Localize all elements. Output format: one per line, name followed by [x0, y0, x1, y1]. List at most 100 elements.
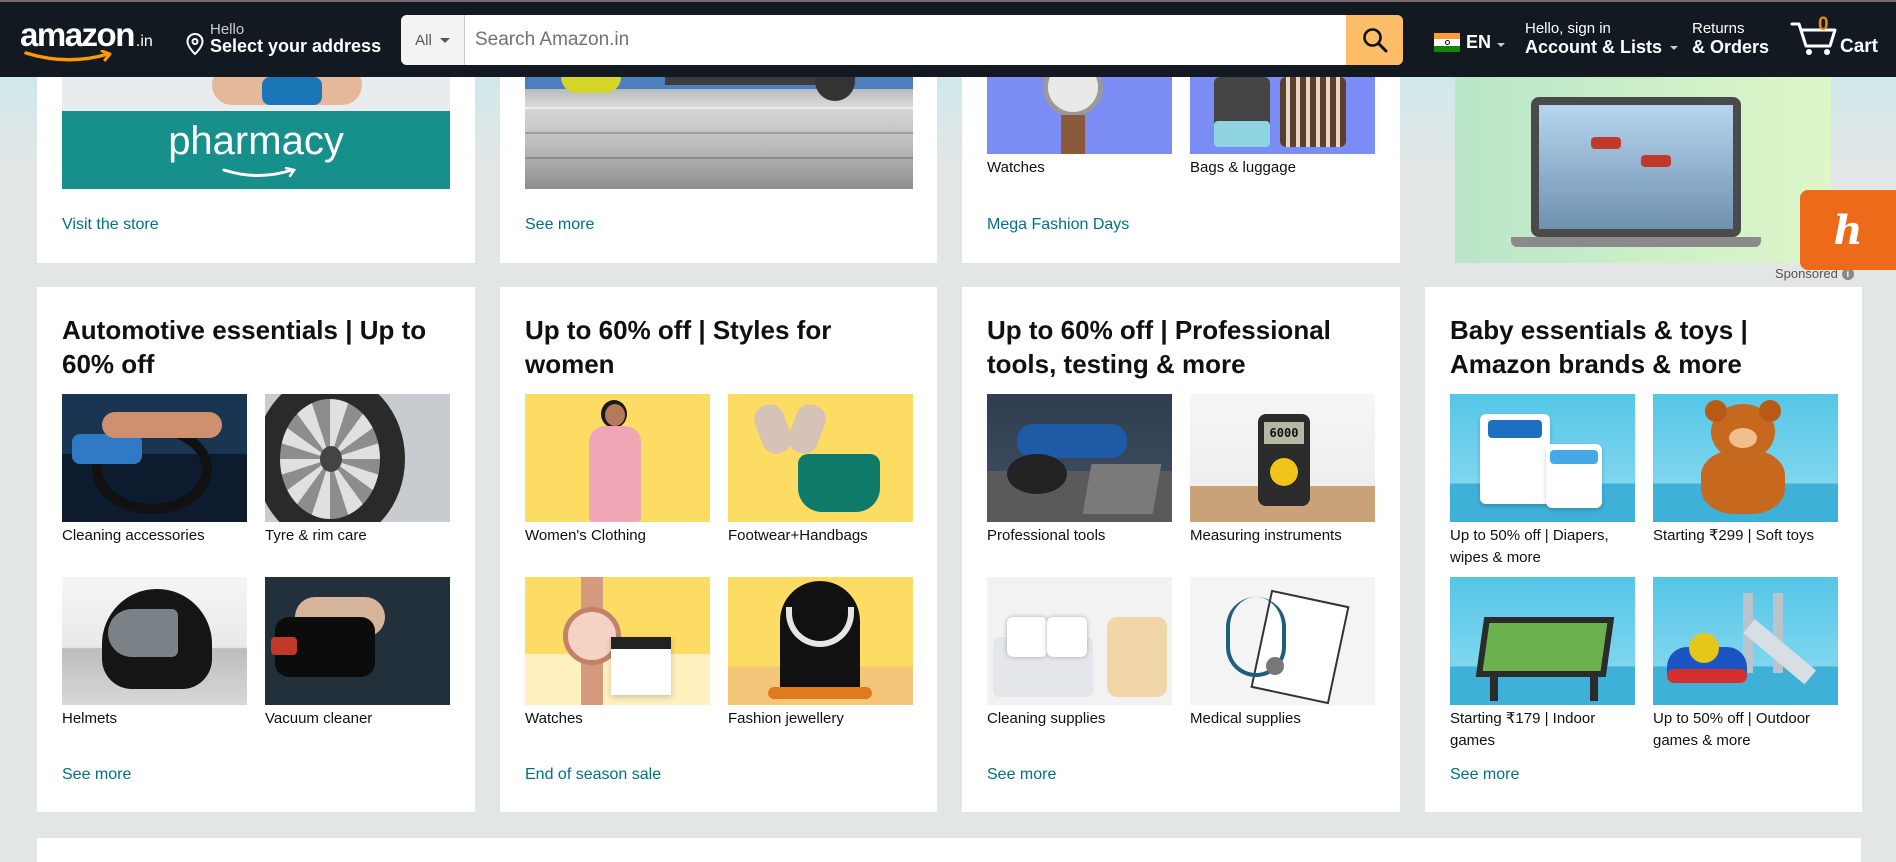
- multimeter-image: 6000: [1190, 394, 1375, 522]
- vacuum-image: [265, 577, 450, 705]
- tile-outdoor-games[interactable]: Up to 50% off | Outdoor games & more: [1653, 577, 1838, 752]
- bag-image: [1190, 77, 1375, 154]
- chevron-down-icon: [1670, 46, 1679, 51]
- search-category-dropdown[interactable]: All: [401, 15, 465, 65]
- search-bar: All: [401, 15, 1403, 65]
- stethoscope-image: [1190, 577, 1375, 705]
- automotive-card: Automotive essentials | Up to 60% off Cl…: [37, 287, 475, 812]
- tile-caption: Fashion jewellery: [728, 710, 844, 727]
- cart-label: Cart: [1840, 36, 1879, 57]
- see-more-link[interactable]: See more: [62, 766, 131, 784]
- tile-caption: Up to 50% off | Diapers, wipes & more: [1450, 527, 1609, 566]
- pharmacy-image[interactable]: pharmacy: [62, 77, 450, 189]
- card-title: Up to 60% off | Professional tools, test…: [987, 315, 1331, 379]
- tile-watches[interactable]: Watches: [525, 577, 710, 730]
- tile-caption: Cleaning supplies: [987, 710, 1106, 727]
- tile-watches[interactable]: Watches: [987, 77, 1172, 179]
- cart-count: 0: [1818, 14, 1829, 35]
- location-pin-icon: [186, 33, 204, 55]
- tile-tyre-rim-care[interactable]: Tyre & rim care: [265, 394, 450, 547]
- multimeter-display: 6000: [1264, 422, 1304, 444]
- logo-wordmark: amazon: [20, 16, 135, 53]
- tile-diapers[interactable]: Up to 50% off | Diapers, wipes & more: [1450, 394, 1635, 569]
- grinder-image: [987, 394, 1172, 522]
- tile-bags[interactable]: Bags & luggage: [1190, 77, 1375, 179]
- card-title: Up to 60% off | Styles for women: [525, 315, 832, 379]
- tile-caption: Bags & luggage: [1190, 159, 1296, 176]
- nav-bar: amazon.in Hello Select your address All: [0, 0, 1896, 77]
- tile-cleaning-accessories[interactable]: Cleaning accessories: [62, 394, 247, 547]
- india-flag-icon: [1434, 33, 1460, 52]
- tile-caption: Measuring instruments: [1190, 527, 1342, 544]
- tile-helmets[interactable]: Helmets: [62, 577, 247, 730]
- visit-store-link[interactable]: Visit the store: [62, 216, 159, 234]
- top-strip: [0, 0, 1896, 2]
- tile-caption: Starting ₹299 | Soft toys: [1653, 527, 1815, 544]
- women-styles-card: Up to 60% off | Styles for women Women's…: [500, 287, 937, 812]
- tile-caption: Starting ₹179 | Indoor games: [1450, 710, 1596, 749]
- foosball-image: [1450, 577, 1635, 705]
- returns-orders[interactable]: Returns & Orders: [1692, 20, 1769, 58]
- tile-indoor-games[interactable]: Starting ₹179 | Indoor games: [1450, 577, 1635, 752]
- see-more-link[interactable]: See more: [525, 216, 594, 234]
- chevron-down-icon: [1497, 42, 1506, 47]
- tile-professional-tools[interactable]: Professional tools: [987, 394, 1172, 547]
- tile-caption: Vacuum cleaner: [265, 710, 373, 727]
- honey-icon: h: [1833, 206, 1863, 254]
- search-icon: [1362, 28, 1387, 53]
- tile-caption: Footwear+Handbags: [728, 527, 868, 544]
- sponsored-laptop-ad[interactable]: [1455, 77, 1831, 263]
- tile-womens-clothing[interactable]: Women's Clothing: [525, 394, 710, 547]
- mega-fashion-days-link[interactable]: Mega Fashion Days: [987, 216, 1129, 234]
- tile-medical-supplies[interactable]: Medical supplies: [1190, 577, 1375, 730]
- car-cleaning-image: [62, 394, 247, 522]
- tile-caption: Women's Clothing: [525, 527, 646, 544]
- amazon-logo[interactable]: amazon .in: [20, 16, 170, 64]
- account-greeting: Hello, sign in: [1525, 20, 1611, 37]
- tile-caption: Cleaning accessories: [62, 527, 205, 544]
- helmet-image: [62, 577, 247, 705]
- card-title: Baby essentials & toys | Amazon brands &…: [1450, 315, 1748, 379]
- chevron-down-icon: [439, 37, 450, 43]
- tile-footwear-handbags[interactable]: Footwear+Handbags: [728, 394, 913, 547]
- tile-measuring-instruments[interactable]: 6000 Measuring instruments: [1190, 394, 1375, 547]
- fashion-days-card: Watches Bags & luggage Mega Fashion Days: [962, 77, 1400, 263]
- tile-fashion-jewellery[interactable]: Fashion jewellery: [728, 577, 913, 730]
- teddy-image: [1653, 394, 1838, 522]
- watch-image: [987, 77, 1172, 154]
- tile-caption: Medical supplies: [1190, 710, 1301, 727]
- honey-extension-button[interactable]: h: [1800, 190, 1896, 270]
- dress-image: [525, 394, 710, 522]
- card-title: Automotive essentials | Up to 60% off: [62, 315, 427, 379]
- smile-arrow-icon: [222, 167, 297, 178]
- search-button[interactable]: [1346, 15, 1403, 65]
- search-category-label: All: [415, 31, 432, 49]
- see-more-link[interactable]: See more: [1450, 766, 1519, 784]
- electronics-image[interactable]: [525, 77, 913, 189]
- slide-image: [1653, 577, 1838, 705]
- end-of-season-sale-link[interactable]: End of season sale: [525, 766, 661, 784]
- pharmacy-card: pharmacy Visit the store: [37, 77, 475, 263]
- tile-vacuum-cleaner[interactable]: Vacuum cleaner: [265, 577, 450, 730]
- necklace-image: [728, 577, 913, 705]
- laptop-screen: [1531, 97, 1741, 237]
- cart-button[interactable]: 0 Cart: [1790, 14, 1890, 62]
- pharmacy-wordmark: pharmacy: [168, 119, 344, 163]
- search-input[interactable]: [465, 15, 1346, 65]
- cart-icon: [1790, 22, 1837, 55]
- tyre-image: [265, 394, 450, 522]
- baby-essentials-card: Baby essentials & toys | Amazon brands &…: [1425, 287, 1862, 812]
- account-menu[interactable]: Hello, sign in Account & Lists: [1525, 20, 1679, 58]
- electronics-card: See more: [500, 77, 937, 263]
- tile-cleaning-supplies[interactable]: Cleaning supplies: [987, 577, 1172, 730]
- address-select: Select your address: [210, 36, 382, 56]
- tile-caption: Up to 50% off | Outdoor games & more: [1653, 710, 1811, 749]
- tile-caption: Watches: [525, 710, 583, 727]
- tile-soft-toys[interactable]: Starting ₹299 | Soft toys: [1653, 394, 1838, 547]
- returns-label: Returns: [1692, 20, 1745, 37]
- tile-caption: Professional tools: [987, 527, 1106, 544]
- professional-tools-card: Up to 60% off | Professional tools, test…: [962, 287, 1400, 812]
- language-selector[interactable]: EN: [1434, 32, 1506, 53]
- see-more-link[interactable]: See more: [987, 766, 1056, 784]
- tile-caption: Tyre & rim care: [265, 527, 367, 544]
